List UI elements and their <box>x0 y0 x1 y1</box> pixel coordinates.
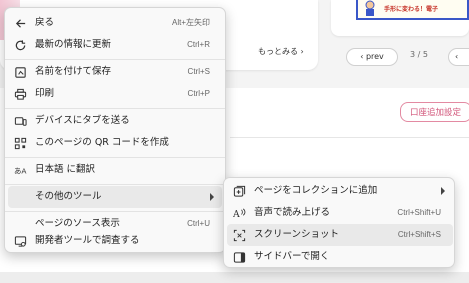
menu-item-translate[interactable]: あA 日本語 に翻訳 <box>8 159 222 181</box>
menu-item-back[interactable]: 戻る Alt+左矢印 <box>8 12 222 34</box>
page-count: 3 / 5 <box>410 50 428 59</box>
save-icon <box>13 65 27 79</box>
devtools-icon <box>13 234 27 248</box>
menu-item-refresh[interactable]: 最新の情報に更新 Ctrl+R <box>8 34 222 56</box>
next-button[interactable]: ‹ <box>448 48 469 66</box>
menu-item-label: 開発者ツールで調査する <box>35 235 140 246</box>
menu-separator <box>5 59 225 60</box>
menu-item-label: 日本語 に翻訳 <box>35 164 96 175</box>
menu-item-label: このページの QR コードを作成 <box>35 137 169 148</box>
read-aloud-icon: A <box>232 206 246 220</box>
menu-item-label: サイドバーで開く <box>254 251 330 262</box>
svg-text:A: A <box>233 209 240 220</box>
menu-separator <box>5 108 225 109</box>
submenu-item-open-in-sidebar[interactable]: サイドバーで開く <box>227 246 453 268</box>
menu-item-shortcut: Ctrl+S <box>187 67 210 76</box>
svg-text:あA: あA <box>14 166 26 175</box>
chevron-right-icon <box>210 193 214 201</box>
refresh-icon <box>13 38 27 52</box>
chevron-right-icon <box>441 187 445 195</box>
menu-item-shortcut: Ctrl+P <box>187 89 210 98</box>
menu-item-more-tools[interactable]: その他のツール <box>8 186 222 208</box>
menu-item-send-to-device[interactable]: デバイスにタブを送る <box>8 110 222 132</box>
menu-item-qr-code[interactable]: このページの QR コードを作成 <box>8 132 222 154</box>
mascot-icon <box>365 0 375 16</box>
menu-item-shortcut: Ctrl+R <box>187 40 210 49</box>
divider <box>230 137 469 138</box>
add-account-setting-button[interactable]: 口座追加設定 <box>400 102 469 122</box>
collections-icon <box>232 184 246 198</box>
menu-item-label: スクリーンショット <box>254 229 340 240</box>
menu-separator <box>5 211 225 212</box>
page-footer-strip <box>0 272 469 283</box>
menu-item-label: 印刷 <box>35 88 55 99</box>
menu-item-save-as[interactable]: 名前を付けて保存 Ctrl+S <box>8 61 222 83</box>
menu-item-label: その他のツール <box>35 191 102 202</box>
submenu-item-screenshot[interactable]: スクリーンショット Ctrl+Shift+S <box>227 224 453 246</box>
qr-code-icon <box>13 136 27 150</box>
menu-item-label: 名前を付けて保存 <box>35 66 112 77</box>
more-tools-submenu: ページをコレクションに追加 A 音声で読み上げる Ctrl+Shift+U スク… <box>223 177 455 268</box>
menu-separator <box>5 184 225 185</box>
screenshot-icon <box>232 228 246 242</box>
menu-item-shortcut: Ctrl+Shift+U <box>397 208 441 217</box>
menu-item-label: 戻る <box>35 17 55 28</box>
menu-separator <box>5 157 225 158</box>
menu-item-print[interactable]: 印刷 Ctrl+P <box>8 83 222 105</box>
menu-item-label: 音声で読み上げる <box>254 207 331 218</box>
translate-icon: あA <box>13 163 27 177</box>
menu-item-label: ページをコレクションに追加 <box>254 185 378 196</box>
menu-item-label: デバイスにタブを送る <box>35 115 130 126</box>
context-menu: 戻る Alt+左矢印 最新の情報に更新 Ctrl+R 名前を付けて保存 Ctrl… <box>4 7 226 253</box>
submenu-item-add-to-collection[interactable]: ページをコレクションに追加 <box>227 180 453 202</box>
menu-item-label: 最新の情報に更新 <box>35 39 112 50</box>
send-device-icon <box>13 114 27 128</box>
submenu-item-read-aloud[interactable]: A 音声で読み上げる Ctrl+Shift+U <box>227 202 453 224</box>
pager: ‹ prev 3 / 5 ‹ <box>338 48 469 66</box>
menu-item-devtools[interactable]: 開発者ツールで調査する <box>8 230 222 252</box>
back-arrow-icon <box>13 16 27 30</box>
menu-item-shortcut: Alt+左矢印 <box>171 18 210 27</box>
prev-button[interactable]: ‹ prev <box>346 48 398 66</box>
menu-item-shortcut: Ctrl+Shift+S <box>397 230 441 239</box>
sidebar-icon <box>232 250 246 264</box>
print-icon <box>13 87 27 101</box>
more-link[interactable]: もっとみる › <box>258 46 304 57</box>
promo-text: 手形に変わる！電子 <box>384 6 439 13</box>
